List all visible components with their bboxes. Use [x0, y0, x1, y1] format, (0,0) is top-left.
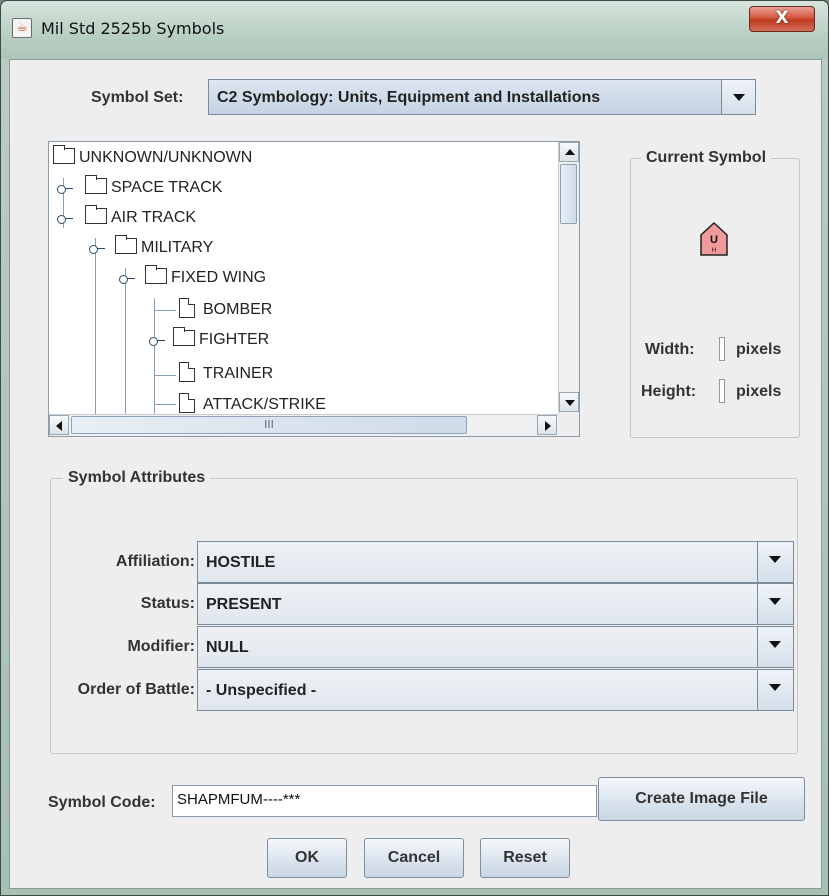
- hostile-unit-symbol-icon: U H: [700, 221, 728, 256]
- scroll-up-button[interactable]: [559, 142, 579, 162]
- document-icon: [179, 362, 195, 382]
- status-select[interactable]: PRESENT: [197, 583, 794, 625]
- symbol-set-select[interactable]: C2 Symbology: Units, Equipment and Insta…: [208, 79, 756, 115]
- tree-node-military[interactable]: MILITARY: [115, 235, 213, 261]
- collapse-handle-icon[interactable]: [119, 275, 135, 284]
- vertical-scroll-thumb[interactable]: [560, 164, 577, 224]
- affiliation-select[interactable]: HOSTILE: [197, 541, 794, 583]
- status-label: Status:: [140, 595, 195, 612]
- scroll-corner: [558, 414, 579, 436]
- tree-node-fighter[interactable]: FIGHTER: [173, 327, 269, 353]
- expand-handle-icon[interactable]: [57, 185, 73, 194]
- height-label: Height:: [641, 383, 697, 400]
- title-bar[interactable]: ☕ Mil Std 2525b Symbols X: [1, 1, 828, 59]
- symbol-tree[interactable]: UNKNOWN/UNKNOWN SPACE TRACK AIR TRACK MI…: [48, 141, 580, 437]
- tree-vertical-scrollbar[interactable]: [558, 142, 579, 414]
- scroll-left-button[interactable]: [49, 415, 69, 435]
- height-units: pixels: [736, 383, 782, 400]
- tree-node-bomber[interactable]: BOMBER: [179, 297, 272, 323]
- modifier-select[interactable]: NULL: [197, 626, 794, 668]
- symbol-code-label: Symbol Code:: [48, 794, 156, 811]
- ok-button[interactable]: OK: [267, 838, 347, 878]
- scroll-right-button[interactable]: [537, 415, 557, 435]
- arrow-right-icon: [545, 421, 551, 431]
- width-field[interactable]: [719, 337, 725, 361]
- tree-node-air-track[interactable]: AIR TRACK: [85, 205, 196, 231]
- collapse-handle-icon[interactable]: [57, 215, 73, 224]
- folder-icon: [115, 235, 137, 254]
- tree-connector: [154, 298, 155, 414]
- chevron-down-icon[interactable]: [757, 670, 793, 710]
- dialog-window: ☕ Mil Std 2525b Symbols X Symbol Set: C2…: [0, 0, 829, 896]
- tree-node-trainer[interactable]: TRAINER: [179, 361, 273, 387]
- symbol-glyph-top: U: [710, 234, 718, 246]
- height-field[interactable]: [719, 379, 725, 403]
- horizontal-scroll-thumb[interactable]: III: [71, 416, 467, 434]
- document-icon: [179, 298, 195, 318]
- folder-icon: [85, 175, 107, 194]
- chevron-down-icon[interactable]: [757, 627, 793, 667]
- order-of-battle-select[interactable]: - Unspecified -: [197, 669, 794, 711]
- width-label: Width:: [645, 341, 695, 358]
- symbol-set-label: Symbol Set:: [91, 89, 184, 106]
- arrow-down-icon: [565, 400, 575, 406]
- tree-view: UNKNOWN/UNKNOWN SPACE TRACK AIR TRACK MI…: [49, 142, 559, 414]
- tree-horizontal-scrollbar[interactable]: III: [49, 414, 559, 436]
- tree-connector: [95, 238, 96, 414]
- reset-button[interactable]: Reset: [480, 838, 570, 878]
- current-symbol-group: Current Symbol U H Width: pixels Height:…: [630, 149, 800, 438]
- expand-handle-icon[interactable]: [149, 337, 165, 346]
- collapse-handle-icon[interactable]: [89, 245, 105, 254]
- symbol-set-value: C2 Symbology: Units, Equipment and Insta…: [217, 89, 601, 106]
- modifier-label: Modifier:: [127, 638, 195, 655]
- window-title: Mil Std 2525b Symbols: [41, 19, 225, 38]
- folder-icon: [85, 205, 107, 224]
- folder-icon: [173, 327, 195, 346]
- symbol-attributes-group: Symbol Attributes Affiliation: HOSTILE S…: [50, 469, 798, 754]
- folder-icon: [145, 265, 167, 284]
- symbol-code-field[interactable]: SHAPMFUM----***: [172, 785, 597, 817]
- current-symbol-title: Current Symbol: [641, 149, 772, 167]
- tree-connector: [154, 404, 176, 405]
- create-image-file-button[interactable]: Create Image File: [598, 777, 805, 821]
- tree-node-fixed-wing[interactable]: FIXED WING: [145, 265, 266, 291]
- tree-node-space-track[interactable]: SPACE TRACK: [85, 175, 222, 201]
- dialog-content: Symbol Set: C2 Symbology: Units, Equipme…: [9, 59, 822, 889]
- modifier-value: NULL: [206, 639, 249, 656]
- folder-icon: [53, 145, 75, 164]
- tree-connector: [154, 310, 176, 311]
- chevron-down-icon[interactable]: [721, 80, 755, 114]
- arrow-up-icon: [565, 149, 575, 155]
- arrow-left-icon: [56, 421, 62, 431]
- chevron-down-icon[interactable]: [757, 542, 793, 582]
- tree-connector: [154, 375, 176, 376]
- java-app-icon: ☕: [12, 18, 32, 38]
- affiliation-value: HOSTILE: [206, 554, 276, 571]
- document-icon: [179, 393, 195, 413]
- order-of-battle-value: - Unspecified -: [206, 682, 317, 699]
- symbol-attributes-title: Symbol Attributes: [63, 469, 211, 487]
- status-value: PRESENT: [206, 596, 282, 613]
- order-of-battle-label: Order of Battle:: [77, 681, 195, 698]
- width-units: pixels: [736, 341, 782, 358]
- chevron-down-icon[interactable]: [757, 584, 793, 624]
- tree-node-attack-strike[interactable]: ATTACK/STRIKE: [179, 392, 326, 414]
- symbol-glyph-bottom: H: [712, 248, 716, 254]
- scroll-down-button[interactable]: [559, 392, 579, 412]
- tree-node-unknown[interactable]: UNKNOWN/UNKNOWN: [53, 145, 252, 171]
- close-button[interactable]: X: [749, 6, 815, 32]
- affiliation-label: Affiliation:: [115, 553, 195, 570]
- cancel-button[interactable]: Cancel: [364, 838, 464, 878]
- tree-connector: [125, 268, 126, 414]
